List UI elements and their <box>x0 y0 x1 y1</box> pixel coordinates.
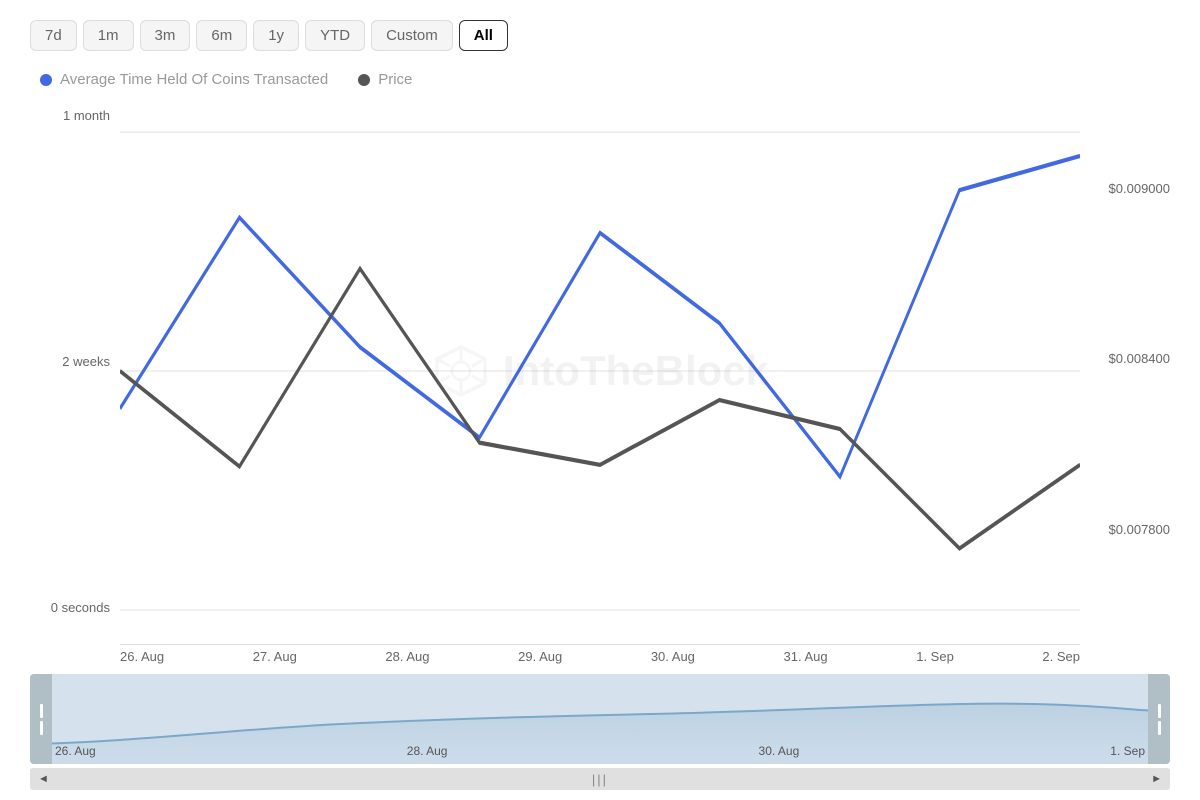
y-label-2weeks: 2 weeks <box>30 354 120 369</box>
nav-label-3: 1. Sep <box>1110 744 1145 758</box>
legend-item-price: Price <box>358 71 412 88</box>
navigator-handle-left[interactable] <box>30 674 52 764</box>
y-label-right-2: $0.008400 <box>1101 351 1170 366</box>
scrollbar[interactable]: ◄ ||| ► <box>30 768 1170 790</box>
time-btn-all[interactable]: All <box>459 20 508 51</box>
chart-legend: Average Time Held Of Coins Transacted Pr… <box>30 71 1170 88</box>
nav-label-1: 28. Aug <box>407 744 448 758</box>
time-btn-7d[interactable]: 7d <box>30 20 77 51</box>
y-axis-left: 1 month 2 weeks 0 seconds <box>30 98 120 645</box>
legend-label-price: Price <box>378 71 412 88</box>
x-label-0: 26. Aug <box>120 649 164 664</box>
time-btn-1y[interactable]: 1y <box>253 20 299 51</box>
x-label-6: 1. Sep <box>916 649 954 664</box>
y-axis-right: $0.009000 $0.008400 $0.007800 <box>1080 98 1170 645</box>
nav-label-0: 26. Aug <box>55 744 96 758</box>
handle-line <box>1158 721 1161 735</box>
x-label-3: 29. Aug <box>518 649 562 664</box>
y-label-1month: 1 month <box>30 108 120 123</box>
handle-line <box>1158 704 1161 718</box>
legend-label-avg-time: Average Time Held Of Coins Transacted <box>60 71 328 88</box>
navigator-labels: 26. Aug 28. Aug 30. Aug 1. Sep <box>55 744 1145 758</box>
handle-lines-right <box>1158 704 1161 735</box>
handle-line <box>40 721 43 735</box>
scroll-arrow-left[interactable]: ◄ <box>34 771 53 787</box>
x-label-2: 28. Aug <box>385 649 429 664</box>
handle-lines-left <box>40 704 43 735</box>
x-label-1: 27. Aug <box>253 649 297 664</box>
y-label-0seconds: 0 seconds <box>30 600 120 615</box>
x-label-7: 2. Sep <box>1042 649 1080 664</box>
time-btn-3m[interactable]: 3m <box>140 20 191 51</box>
chart-wrapper: 1 month 2 weeks 0 seconds <box>30 98 1170 664</box>
handle-line <box>40 704 43 718</box>
scroll-thumb[interactable]: ||| <box>592 772 608 787</box>
chart-area: 1 month 2 weeks 0 seconds <box>30 98 1170 645</box>
time-btn-6m[interactable]: 6m <box>196 20 247 51</box>
chart-svg <box>120 98 1080 644</box>
y-label-right-3: $0.007800 <box>1101 522 1170 537</box>
chart-inner: IntoTheBlock <box>120 98 1080 645</box>
time-btn-1m[interactable]: 1m <box>83 20 134 51</box>
x-label-5: 31. Aug <box>784 649 828 664</box>
main-container: 7d1m3m6m1yYTDCustomAll Average Time Held… <box>0 0 1200 800</box>
y-label-right-1: $0.009000 <box>1101 181 1170 196</box>
x-label-4: 30. Aug <box>651 649 695 664</box>
nav-label-2: 30. Aug <box>759 744 800 758</box>
time-btn-ytd[interactable]: YTD <box>305 20 365 51</box>
navigator-handle-right[interactable] <box>1148 674 1170 764</box>
x-axis: 26. Aug 27. Aug 28. Aug 29. Aug 30. Aug 31. A… <box>30 649 1170 664</box>
time-btn-custom[interactable]: Custom <box>371 20 453 51</box>
legend-dot-price <box>358 74 370 86</box>
navigator[interactable]: 26. Aug 28. Aug 30. Aug 1. Sep <box>30 674 1170 764</box>
scroll-arrow-right[interactable]: ► <box>1147 771 1166 787</box>
time-range-bar: 7d1m3m6m1yYTDCustomAll <box>30 20 1170 51</box>
legend-item-avg-time: Average Time Held Of Coins Transacted <box>40 71 328 88</box>
legend-dot-avg-time <box>40 74 52 86</box>
